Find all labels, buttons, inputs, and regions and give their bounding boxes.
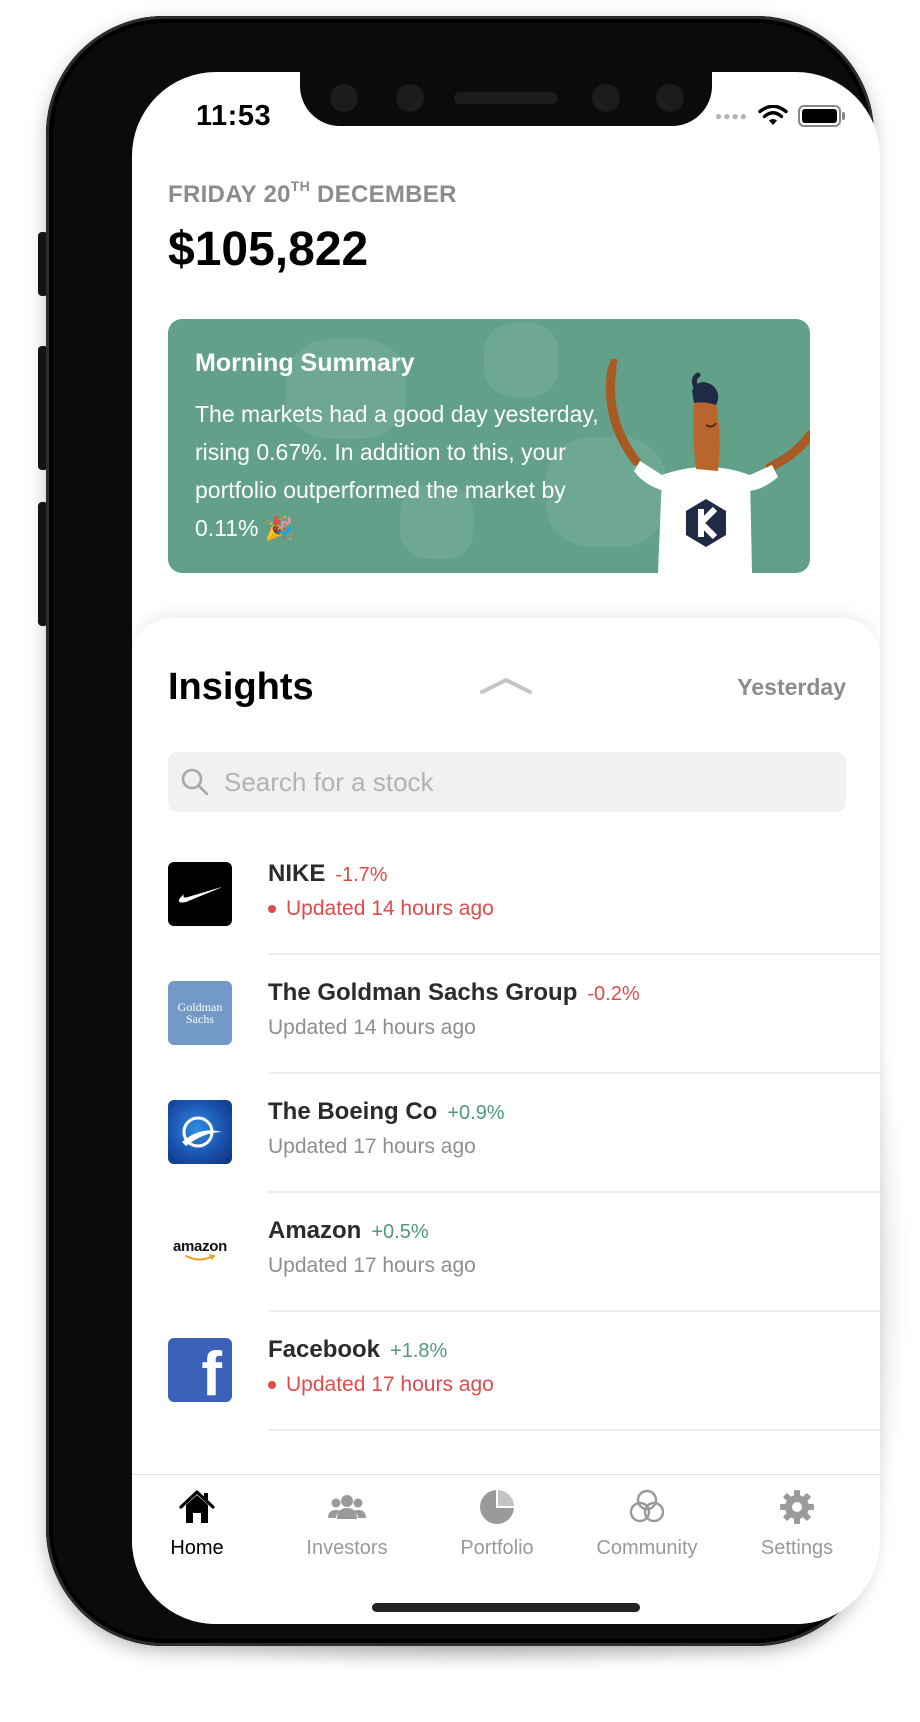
portfolio-balance: $105,822 bbox=[168, 223, 369, 276]
tab-portfolio[interactable]: Portfolio bbox=[422, 1487, 572, 1560]
tab-label: Settings bbox=[760, 1537, 834, 1559]
stock-name-row: The Boeing Co +0.9% bbox=[268, 1098, 505, 1126]
stock-updated-status: Updated 14 hours ago bbox=[268, 1016, 476, 1040]
date-month: DECEMBER bbox=[310, 181, 457, 208]
stock-row-boeing[interactable]: The Boeing Co +0.9% Updated 17 hours ago bbox=[132, 1074, 880, 1193]
row-divider bbox=[268, 1429, 880, 1431]
stock-updated-status: Updated 17 hours ago bbox=[268, 1373, 494, 1397]
goldman-sachs-logo-icon: Goldman Sachs bbox=[168, 981, 232, 1045]
stock-updated-status: Updated 17 hours ago bbox=[268, 1135, 476, 1159]
stock-name: Amazon bbox=[268, 1217, 362, 1244]
stock-name: Facebook bbox=[268, 1336, 381, 1363]
stock-name: The Boeing Co bbox=[268, 1098, 438, 1125]
alert-dot-icon bbox=[268, 905, 276, 913]
wifi-icon bbox=[758, 105, 788, 125]
amazon-logo-text: amazon bbox=[172, 1238, 228, 1255]
stock-updated-text: Updated 17 hours ago bbox=[286, 1373, 494, 1396]
tab-settings[interactable]: Settings bbox=[722, 1487, 872, 1560]
facebook-logo-icon: f bbox=[168, 1338, 232, 1402]
summary-title: Morning Summary bbox=[195, 349, 415, 377]
stock-row-amazon[interactable]: amazon Amazon +0.5% Updated 17 hours ago bbox=[132, 1193, 880, 1312]
stock-name: NIKE bbox=[268, 860, 326, 887]
battery-icon bbox=[798, 105, 845, 127]
date-header: FRIDAY 20TH DECEMBER bbox=[168, 178, 457, 209]
tab-label: Community bbox=[596, 1537, 698, 1559]
bottom-tab-bar: Home Investors Portfolio Community Setti… bbox=[132, 1474, 880, 1624]
phone-frame: 11:53 ●●●● FRIDAY 20TH DECEMBER $105,822… bbox=[46, 16, 880, 1646]
investors-icon bbox=[328, 1495, 366, 1519]
chevron-up-icon[interactable] bbox=[478, 676, 534, 696]
stock-name: The Goldman Sachs Group bbox=[268, 979, 578, 1006]
tab-label: Investors bbox=[306, 1537, 388, 1559]
stock-row-facebook[interactable]: f Facebook +1.8% Updated 17 hours ago bbox=[132, 1312, 880, 1431]
stock-name-row: NIKE -1.7% bbox=[268, 860, 388, 888]
sensor-icon bbox=[592, 84, 620, 112]
portfolio-pie-icon bbox=[480, 1490, 514, 1524]
search-icon bbox=[181, 768, 209, 796]
morning-summary-card[interactable]: Morning Summary The markets had a good d… bbox=[168, 319, 810, 573]
tab-home[interactable]: Home bbox=[132, 1487, 272, 1560]
nike-logo-icon bbox=[168, 862, 232, 926]
stock-change: -0.2% bbox=[587, 983, 640, 1005]
earpiece-speaker bbox=[454, 92, 558, 104]
search-bar[interactable] bbox=[168, 752, 846, 812]
status-indicators: ●●●● bbox=[715, 104, 846, 128]
sensor-icon bbox=[330, 84, 358, 112]
stock-row-goldman-sachs[interactable]: Goldman Sachs The Goldman Sachs Group -0… bbox=[132, 955, 880, 1074]
stock-updated-text: Updated 17 hours ago bbox=[268, 1135, 476, 1158]
stock-change: +0.9% bbox=[447, 1102, 505, 1124]
facebook-logo-text: f bbox=[201, 1340, 222, 1403]
stock-change: -1.7% bbox=[335, 864, 388, 886]
time-range-selector[interactable]: Yesterday bbox=[737, 674, 846, 701]
front-camera-icon bbox=[656, 84, 684, 112]
stock-updated-status: Updated 17 hours ago bbox=[268, 1254, 476, 1278]
tab-label: Home bbox=[170, 1537, 224, 1559]
gear-icon bbox=[780, 1490, 814, 1524]
stock-list: NIKE -1.7% Updated 14 hours ago Goldman … bbox=[132, 836, 880, 1431]
stock-search-input[interactable] bbox=[210, 752, 846, 812]
background-blob bbox=[484, 323, 558, 397]
date-day: FRIDAY 20 bbox=[168, 181, 291, 208]
stock-name-row: The Goldman Sachs Group -0.2% bbox=[268, 979, 640, 1007]
stock-updated-text: Updated 14 hours ago bbox=[286, 897, 494, 920]
tab-investors[interactable]: Investors bbox=[272, 1487, 422, 1560]
stock-name-row: Facebook +1.8% bbox=[268, 1336, 447, 1364]
stock-name-row: Amazon +0.5% bbox=[268, 1217, 429, 1245]
summary-text: The markets had a good day yesterday, ri… bbox=[195, 401, 599, 541]
signal-dots-icon: ●●●● bbox=[715, 109, 748, 123]
boeing-logo-icon bbox=[168, 1100, 232, 1164]
status-time: 11:53 bbox=[196, 100, 272, 132]
amazon-logo-icon: amazon bbox=[168, 1219, 232, 1283]
community-icon bbox=[629, 1489, 665, 1523]
date-ordinal-suffix: TH bbox=[290, 178, 311, 194]
stock-updated-text: Updated 17 hours ago bbox=[268, 1254, 476, 1277]
stock-change: +1.8% bbox=[390, 1340, 448, 1362]
amazon-smile-icon bbox=[185, 1254, 216, 1261]
stock-row-nike[interactable]: NIKE -1.7% Updated 14 hours ago bbox=[132, 836, 880, 955]
insights-title: Insights bbox=[168, 666, 314, 708]
sensor-icon bbox=[396, 84, 424, 112]
goldman-sachs-logo-text: Goldman Sachs bbox=[177, 1000, 223, 1026]
home-indicator[interactable] bbox=[372, 1603, 640, 1612]
celebrating-mascot-illustration bbox=[605, 359, 810, 573]
stock-updated-text: Updated 14 hours ago bbox=[268, 1016, 476, 1039]
tab-label: Portfolio bbox=[460, 1537, 534, 1559]
stock-change: +0.5% bbox=[371, 1221, 429, 1243]
stock-updated-status: Updated 14 hours ago bbox=[268, 897, 494, 921]
phone-notch bbox=[300, 72, 712, 126]
alert-dot-icon bbox=[268, 1381, 276, 1389]
tab-community[interactable]: Community bbox=[572, 1487, 722, 1560]
home-icon bbox=[179, 1490, 215, 1523]
phone-screen: 11:53 ●●●● FRIDAY 20TH DECEMBER $105,822… bbox=[132, 72, 880, 1624]
